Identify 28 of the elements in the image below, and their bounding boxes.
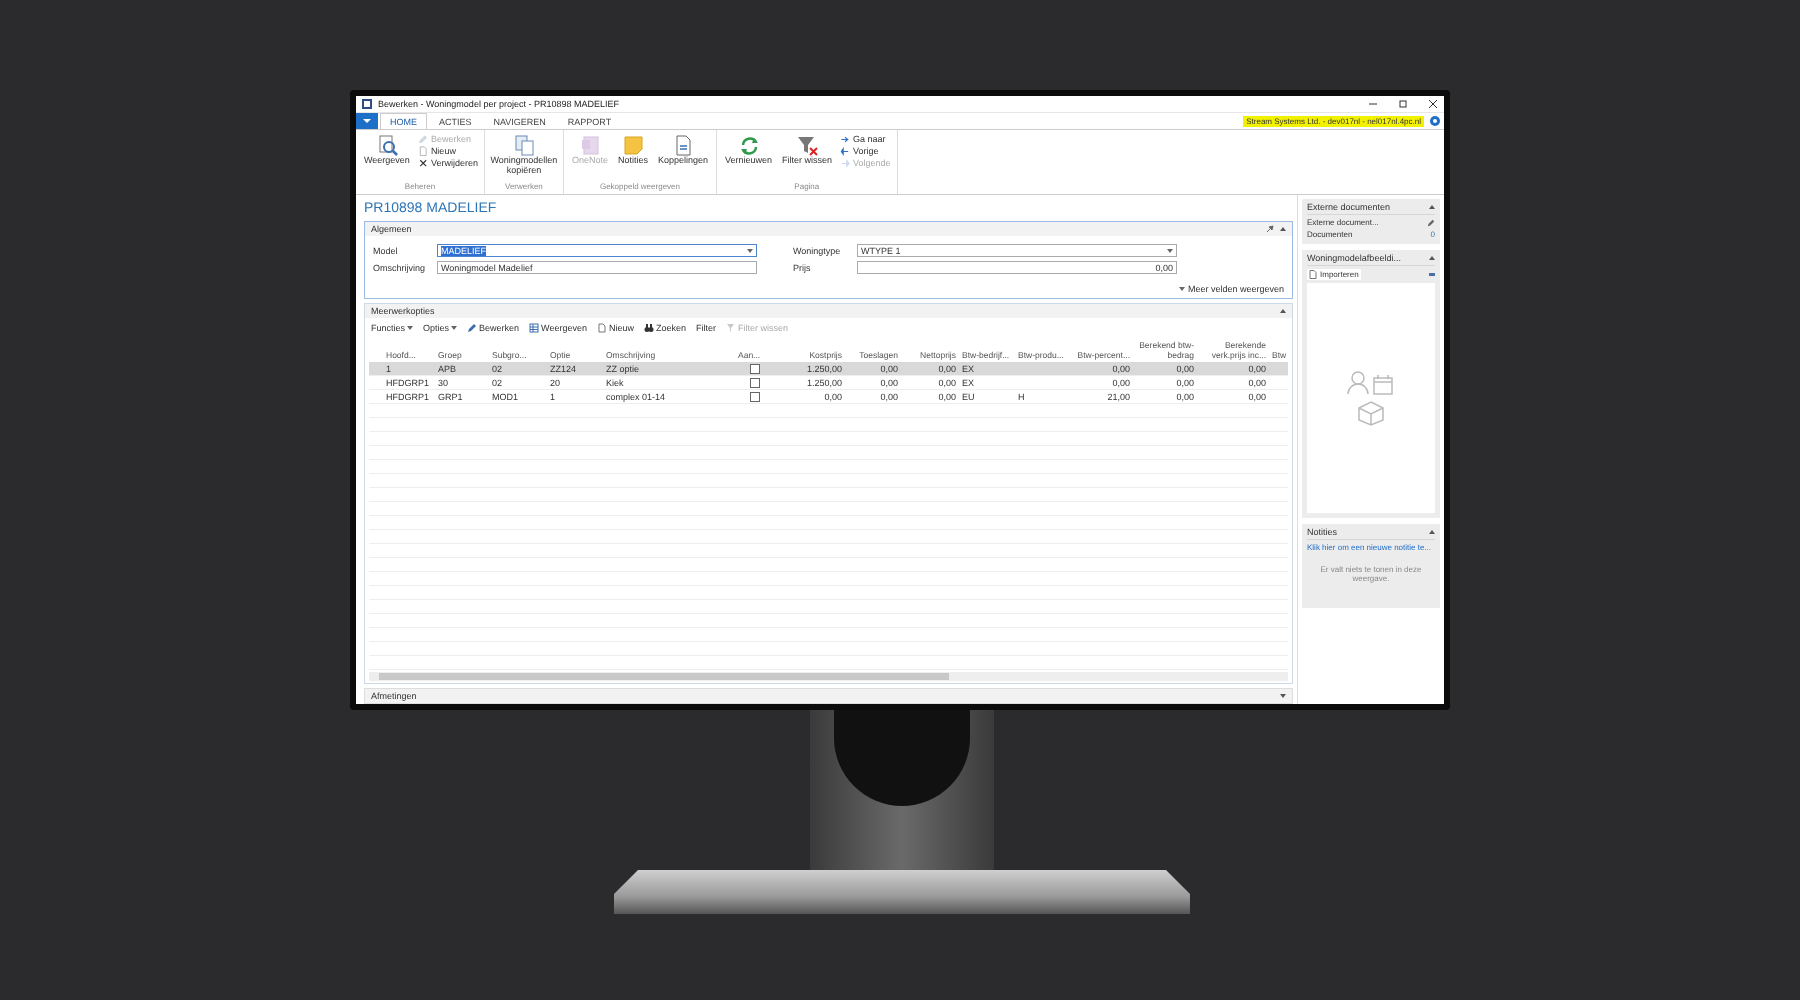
copy-documents-icon xyxy=(512,134,535,156)
binoculars-icon xyxy=(643,323,654,333)
caret-icon xyxy=(451,326,458,330)
caret-icon xyxy=(747,248,753,253)
placeholder-image-drawing xyxy=(1346,370,1396,426)
filter-clear-icon xyxy=(796,134,819,156)
file-menu-button[interactable] xyxy=(356,113,378,129)
note-icon xyxy=(621,134,644,156)
pencil-icon xyxy=(417,134,428,144)
checkbox[interactable] xyxy=(750,391,760,402)
horizontal-scrollbar[interactable] xyxy=(369,672,1288,681)
caret-icon xyxy=(407,326,413,330)
checkbox[interactable] xyxy=(750,377,760,388)
pencil-icon[interactable] xyxy=(1427,218,1435,227)
notebook-icon xyxy=(578,134,601,156)
filter-clear-icon xyxy=(726,323,736,333)
checkbox[interactable] xyxy=(750,363,760,374)
pencil-icon xyxy=(467,323,478,333)
document-icon xyxy=(1309,270,1317,279)
caret-icon xyxy=(363,119,371,123)
pin-icon[interactable] xyxy=(1266,225,1274,233)
caret-icon xyxy=(1167,248,1173,253)
document-icon xyxy=(417,146,428,156)
link-document-icon xyxy=(671,134,694,156)
document-icon xyxy=(596,323,607,333)
help-icon[interactable] xyxy=(1430,116,1440,126)
refresh-icon xyxy=(737,134,760,156)
magnifier-icon xyxy=(375,134,398,156)
